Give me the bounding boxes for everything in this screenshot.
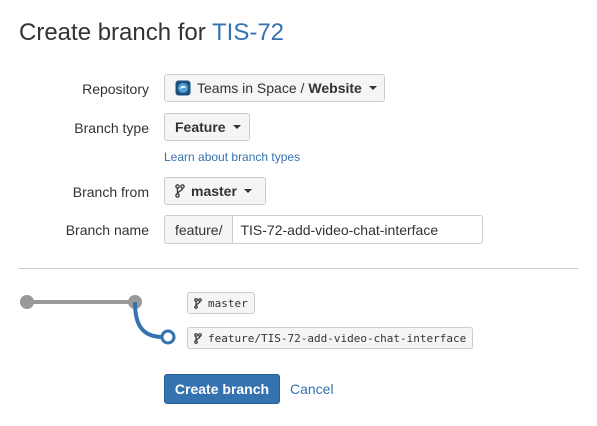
branch-name-field: feature/ TIS-72-add-video-chat-interface xyxy=(164,215,483,244)
branch-icon xyxy=(194,297,202,309)
divider xyxy=(19,268,578,269)
cancel-link[interactable]: Cancel xyxy=(290,381,334,397)
issue-key-link[interactable]: TIS-72 xyxy=(212,19,284,46)
branch-name-label: Branch name xyxy=(65,222,149,238)
branch-type-dropdown[interactable]: Feature xyxy=(164,113,250,141)
branch-name-prefix: feature/ xyxy=(164,215,233,244)
chevron-down-icon xyxy=(243,189,252,193)
base-commit-start xyxy=(20,295,34,309)
repository-avatar-icon xyxy=(175,80,191,96)
branch-types-help-link[interactable]: Learn about branch types xyxy=(164,150,300,164)
page-title-prefix: Create branch for xyxy=(19,19,206,46)
page-title: Create branch for TIS-72 xyxy=(19,19,284,47)
chevron-down-icon xyxy=(368,86,377,90)
repository-name: Website xyxy=(308,80,362,96)
create-branch-button[interactable]: Create branch xyxy=(164,374,280,404)
preview-source-branch: master xyxy=(187,292,255,314)
preview-new-branch-name: feature/TIS-72-add-video-chat-interface xyxy=(208,331,467,345)
branch-name-input[interactable]: TIS-72-add-video-chat-interface xyxy=(232,215,483,244)
branch-from-label: Branch from xyxy=(72,184,149,200)
repository-project: Teams in Space / xyxy=(197,80,305,96)
preview-new-branch: feature/TIS-72-add-video-chat-interface xyxy=(187,327,474,349)
branch-icon xyxy=(194,332,202,344)
branch-icon xyxy=(175,184,185,198)
chevron-down-icon xyxy=(232,125,241,129)
branch-type-label: Branch type xyxy=(74,120,149,136)
repository-label: Repository xyxy=(82,81,149,97)
branch-from-dropdown[interactable]: master xyxy=(164,177,266,205)
branch-diagram xyxy=(20,295,176,345)
repository-dropdown[interactable]: Teams in Space / Website xyxy=(164,74,385,102)
new-branch-commit xyxy=(160,329,176,345)
branch-type-value: Feature xyxy=(175,119,226,135)
preview-source-branch-name: master xyxy=(208,296,248,310)
branch-from-value: master xyxy=(191,183,237,199)
